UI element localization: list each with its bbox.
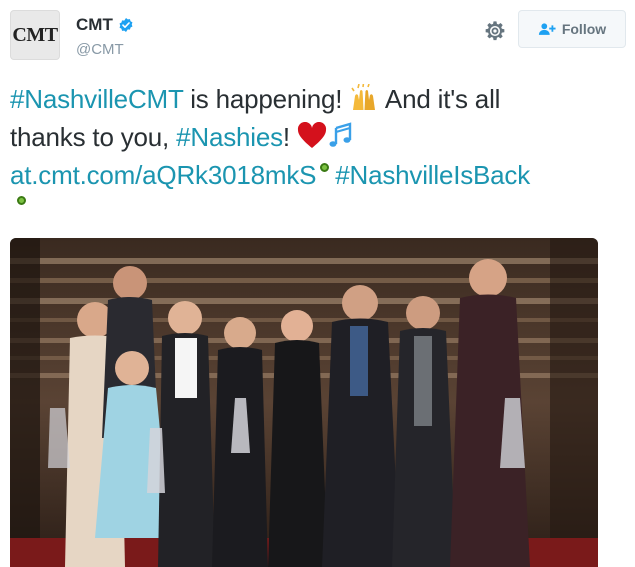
hashtag-nashvillecmt[interactable]: #NashvilleCMT [10, 84, 183, 114]
link-dot-icon [320, 163, 330, 172]
gear-icon[interactable] [484, 20, 506, 42]
raised-hands-emoji [351, 84, 376, 110]
music-notes-emoji [329, 122, 352, 147]
red-heart-emoji [297, 122, 326, 148]
display-name-row[interactable]: CMT [76, 15, 134, 35]
tweet-link[interactable]: at.cmt.com/aQRk3018mkS [10, 160, 316, 190]
tweet-line-3: at.cmt.com/aQRk3018mkS #NashvilleIsBack [10, 156, 625, 194]
follow-button[interactable]: Follow [518, 10, 626, 48]
trailing-dot-icon [17, 196, 26, 205]
tweet-photo[interactable] [10, 238, 598, 567]
avatar[interactable]: CMT [10, 10, 60, 60]
tweet-line-2: thanks to you, #Nashies! [10, 118, 625, 156]
hashtag-nashvilleisback[interactable]: #NashvilleIsBack [335, 160, 530, 190]
cast-photo-illustration [10, 238, 598, 567]
verified-badge-icon [119, 18, 133, 32]
hashtag-nashies[interactable]: #Nashies [176, 122, 283, 152]
tweet-header: CMT CMT @CMT Follow [0, 0, 635, 60]
follow-label: Follow [561, 21, 607, 37]
avatar-logo-text: CMT [12, 23, 58, 46]
tweet-text-part: ! [282, 122, 297, 152]
tweet-text-part: is happening! [183, 84, 350, 114]
handle[interactable]: @CMT [76, 41, 134, 58]
tweet-text: #NashvilleCMT is happening! And it's all… [10, 80, 625, 194]
follow-user-plus-icon [538, 23, 556, 35]
tweet-line-1: #NashvilleCMT is happening! And it's all [10, 80, 625, 118]
tweet-text-part: thanks to you, [10, 122, 177, 152]
display-name[interactable]: CMT [76, 15, 113, 35]
account-info: CMT @CMT [76, 15, 134, 58]
tweet-text-part: And it's all [379, 84, 501, 114]
